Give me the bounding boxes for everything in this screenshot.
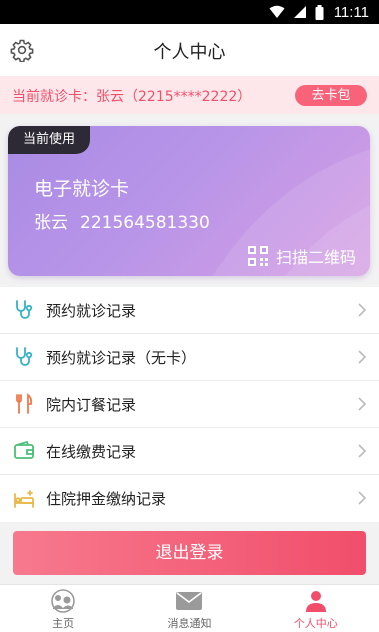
menu-item-meal-order-records[interactable]: 院内订餐记录	[0, 381, 379, 428]
record-menu: 预约就诊记录 预约就诊记录（无卡） 院内订餐记录 在线缴费记录 住院押金缴纳记录	[0, 287, 379, 522]
menu-item-label: 院内订餐记录	[46, 395, 137, 414]
hospital-bed-icon	[12, 487, 36, 511]
scan-qr-label: 扫描二维码	[275, 248, 356, 267]
tab-messages[interactable]: 消息通知	[126, 585, 252, 632]
logout-button[interactable]: 退出登录	[13, 531, 366, 575]
signal-icon	[293, 6, 306, 18]
chevron-right-icon	[358, 350, 367, 364]
menu-item-label: 预约就诊记录（无卡）	[46, 348, 197, 367]
in-use-badge: 当前使用	[8, 126, 90, 154]
battery-icon	[315, 4, 324, 20]
card-wallet-button[interactable]: 去卡包	[295, 85, 367, 106]
chevron-right-icon	[358, 303, 367, 317]
card-holder-name: 张云	[34, 213, 68, 233]
chevron-right-icon	[358, 444, 367, 458]
status-bar: 11:11	[0, 0, 379, 24]
person-icon	[302, 589, 330, 613]
mail-icon	[175, 589, 203, 613]
wallet-icon	[12, 439, 36, 463]
card-number: 221564581330	[80, 213, 210, 233]
title-bar: 个人中心	[0, 24, 379, 76]
card-title: 电子就诊卡	[34, 178, 130, 200]
menu-item-label: 预约就诊记录	[46, 301, 137, 320]
home-icon	[49, 589, 77, 613]
current-card-text: 当前就诊卡：张云（2215****2222）	[12, 89, 252, 105]
stethoscope-icon	[12, 345, 36, 369]
bottom-tab-bar: 主页 消息通知 个人中心	[0, 584, 379, 632]
electronic-card[interactable]: 当前使用 电子就诊卡 张云 221564581330 扫描二维码	[8, 126, 370, 276]
tab-label: 消息通知	[167, 617, 212, 630]
chevron-right-icon	[358, 491, 367, 505]
page-title: 个人中心	[153, 42, 226, 63]
menu-item-deposit-records[interactable]: 住院押金缴纳记录	[0, 475, 379, 522]
chevron-right-icon	[358, 397, 367, 411]
qr-code-icon	[247, 246, 268, 266]
menu-item-appointment-records-no-card[interactable]: 预约就诊记录（无卡）	[0, 334, 379, 381]
tab-home[interactable]: 主页	[0, 585, 126, 632]
wifi-icon	[269, 5, 285, 18]
current-card-banner: 当前就诊卡：张云（2215****2222） 去卡包	[0, 76, 379, 114]
menu-item-appointment-records[interactable]: 预约就诊记录	[0, 287, 379, 334]
menu-item-label: 在线缴费记录	[46, 442, 137, 461]
status-icons: 11:11	[269, 3, 369, 21]
card-holder: 张云 221564581330	[34, 208, 222, 233]
tab-label: 个人中心	[293, 617, 338, 630]
menu-item-label: 住院押金缴纳记录	[46, 490, 167, 508]
tab-label: 主页	[52, 617, 75, 630]
status-time: 11:11	[333, 3, 369, 21]
tab-profile[interactable]: 个人中心	[253, 585, 379, 632]
stethoscope-icon	[12, 298, 36, 322]
fork-knife-icon	[12, 392, 36, 416]
scan-qr-button[interactable]: 扫描二维码	[247, 244, 356, 268]
menu-item-payment-records[interactable]: 在线缴费记录	[0, 428, 379, 475]
